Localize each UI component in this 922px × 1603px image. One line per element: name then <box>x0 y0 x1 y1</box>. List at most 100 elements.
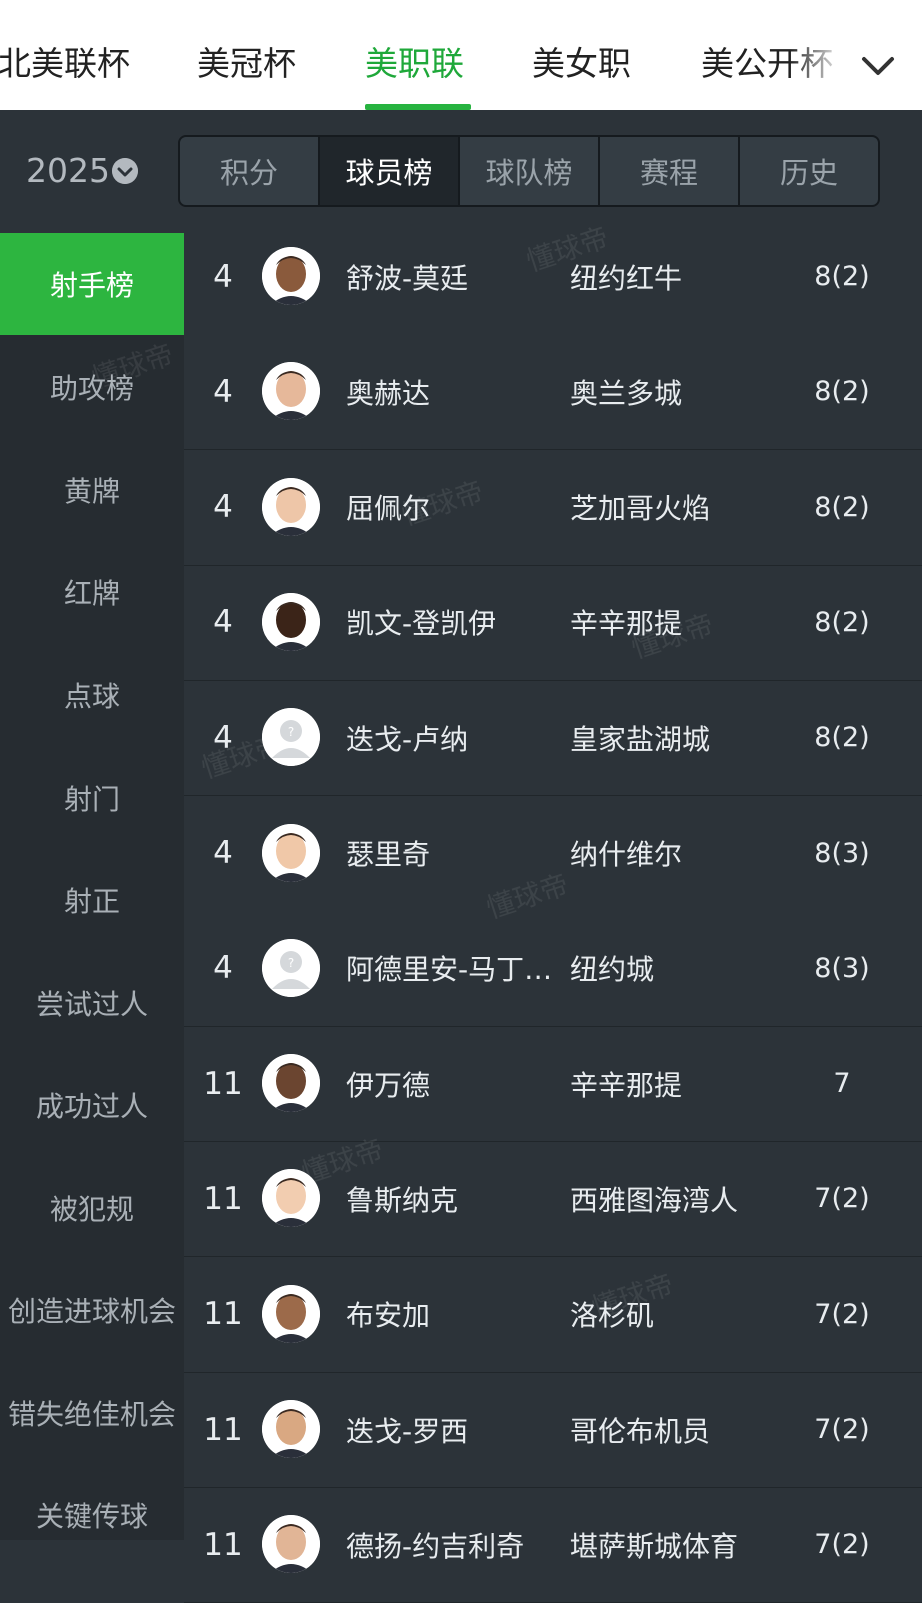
active-tab-underline <box>365 104 471 110</box>
goals-value: 7(2) <box>814 1414 870 1445</box>
team-name[interactable]: 哥伦布机员 <box>570 1372 770 1487</box>
goals-value: 8(2) <box>814 722 870 754</box>
table-row[interactable]: 11 鲁斯纳克 西雅图海湾人 7(2) <box>184 1141 922 1258</box>
goals-value: 7(2) <box>814 1298 870 1330</box>
player-name[interactable]: 瑟里奇 <box>346 796 570 911</box>
seg-team-rankings[interactable]: 球队榜 <box>460 137 600 205</box>
tab-fade <box>790 30 845 100</box>
player-name[interactable]: 屈佩尔 <box>346 450 570 565</box>
team-name[interactable]: 皇家盐湖城 <box>570 680 770 795</box>
avatar[interactable] <box>262 1284 320 1343</box>
team-name[interactable]: 堪萨斯城体育 <box>570 1487 770 1602</box>
team-name[interactable]: 洛杉矶 <box>570 1257 770 1372</box>
goals-value: 7(2) <box>814 1529 870 1561</box>
goals-value: 7(2) <box>814 1183 870 1215</box>
rank: 4 <box>213 604 233 641</box>
player-name[interactable]: 德扬-约吉利奇 <box>346 1487 570 1602</box>
goals-value: 8(2) <box>814 606 870 638</box>
sidebar-item-yellow-cards[interactable]: 黄牌 <box>0 439 184 541</box>
rank: 11 <box>203 1180 243 1217</box>
rank: 4 <box>213 489 233 526</box>
table-row[interactable]: 4? 迭戈-卢纳 皇家盐湖城 8(2) <box>184 680 922 797</box>
table-row[interactable]: 11 布安加 洛杉矶 7(2) <box>184 1257 922 1373</box>
sidebar-item-dribbles-successful[interactable]: 成功过人 <box>0 1054 184 1156</box>
rank: 4 <box>213 373 233 410</box>
tab-us-cup[interactable]: 美冠杯 <box>197 40 296 88</box>
tab-nwsl[interactable]: 美女职 <box>532 40 631 88</box>
sidebar-item-shots[interactable]: 射门 <box>0 747 184 849</box>
goals-value: 8(2) <box>814 261 870 292</box>
seg-standings[interactable]: 积分 <box>180 137 320 205</box>
table-row[interactable]: 11 迭戈-罗西 哥伦布机员 7(2) <box>184 1372 922 1488</box>
avatar[interactable] <box>262 247 320 305</box>
sidebar-item-assists[interactable]: 助攻榜 <box>0 336 184 438</box>
goals-value: 8(3) <box>814 837 870 869</box>
sidebar-item-big-chances-missed[interactable]: 错失绝佳机会 <box>0 1362 184 1464</box>
sidebar-item-key-passes[interactable]: 关键传球 <box>0 1464 184 1566</box>
team-name[interactable]: 纽约红牛 <box>570 219 770 334</box>
player-name[interactable]: 奥赫达 <box>346 334 570 449</box>
tab-north-america-cup[interactable]: 北美联杯 <box>0 40 130 88</box>
player-name[interactable]: 阿德里安-马丁… <box>346 911 570 1026</box>
goals-value: 8(2) <box>814 491 870 523</box>
svg-text:?: ? <box>288 956 294 970</box>
rank: 11 <box>203 1526 243 1563</box>
team-name[interactable]: 纽约城 <box>570 911 770 1026</box>
player-name[interactable]: 布安加 <box>346 1257 570 1372</box>
avatar[interactable] <box>262 823 320 882</box>
table-row[interactable]: 4? 阿德里安-马丁… 纽约城 8(3) <box>184 911 922 1027</box>
goals-value: 7 <box>833 1068 851 1100</box>
avatar[interactable] <box>262 1400 320 1458</box>
sidebar-item-penalties[interactable]: 点球 <box>0 644 184 746</box>
league-tab-bar: 北美联杯 美冠杯 美职联 美女职 美公开杯 <box>0 0 922 110</box>
sidebar-item-fouled[interactable]: 被犯规 <box>0 1157 184 1259</box>
table-row[interactable]: 4 奥赫达 奥兰多城 8(2) <box>184 334 922 451</box>
team-name[interactable]: 芝加哥火焰 <box>570 450 770 565</box>
rank: 11 <box>203 1296 243 1333</box>
tab-mls[interactable]: 美职联 <box>365 40 464 88</box>
seg-schedule[interactable]: 赛程 <box>600 137 740 205</box>
avatar[interactable] <box>262 1054 320 1113</box>
avatar[interactable]: ? <box>262 938 320 997</box>
player-name[interactable]: 鲁斯纳克 <box>346 1141 570 1256</box>
avatar[interactable] <box>262 477 320 536</box>
avatar[interactable]: ? <box>262 708 320 767</box>
seg-player-rankings[interactable]: 球员榜 <box>320 137 460 205</box>
rank: 11 <box>203 1411 243 1448</box>
avatar[interactable] <box>262 592 320 651</box>
table-row[interactable]: 11 伊万德 辛辛那提 7 <box>184 1026 922 1143</box>
player-name[interactable]: 迭戈-卢纳 <box>346 680 570 795</box>
player-name[interactable]: 凯文-登凯伊 <box>346 565 570 680</box>
rank: 4 <box>213 258 233 295</box>
chevron-down-icon[interactable] <box>858 46 898 86</box>
table-row[interactable]: 11 德扬-约吉利奇 堪萨斯城体育 7(2) <box>184 1487 922 1603</box>
player-name[interactable]: 迭戈-罗西 <box>346 1372 570 1487</box>
table-row[interactable]: 4 屈佩尔 芝加哥火焰 8(2) <box>184 450 922 566</box>
season-selector[interactable]: 2025 <box>26 150 110 192</box>
seg-history[interactable]: 历史 <box>740 137 878 205</box>
team-name[interactable]: 纳什维尔 <box>570 796 770 911</box>
season-dropdown-icon[interactable] <box>112 158 138 184</box>
sidebar-item-dribbles-attempted[interactable]: 尝试过人 <box>0 952 184 1054</box>
team-name[interactable]: 奥兰多城 <box>570 334 770 449</box>
sidebar-item-red-cards[interactable]: 红牌 <box>0 541 184 643</box>
team-name[interactable]: 西雅图海湾人 <box>570 1141 770 1256</box>
table-row[interactable]: 4 舒波-莫廷 纽约红牛 8(2) <box>184 219 922 334</box>
team-name[interactable]: 辛辛那提 <box>570 1026 770 1141</box>
table-row[interactable]: 4 凯文-登凯伊 辛辛那提 8(2) <box>184 565 922 681</box>
table-row[interactable]: 4 瑟里奇 纳什维尔 8(3) <box>184 796 922 911</box>
sidebar-item-top-scorers[interactable]: 射手榜 <box>0 233 184 335</box>
goals-value: 8(3) <box>814 952 870 984</box>
avatar[interactable] <box>262 1169 320 1228</box>
sidebar-item-shots-on-target[interactable]: 射正 <box>0 849 184 951</box>
team-name[interactable]: 辛辛那提 <box>570 565 770 680</box>
rank: 4 <box>213 835 233 871</box>
avatar[interactable] <box>262 1515 320 1574</box>
sidebar-item-chances-created[interactable]: 创造进球机会 <box>0 1259 184 1361</box>
rank: 11 <box>203 1065 243 1102</box>
stats-segment-control: 积分 球员榜 球队榜 赛程 历史 <box>178 135 880 207</box>
player-name[interactable]: 舒波-莫廷 <box>346 219 570 334</box>
svg-text:?: ? <box>288 725 294 739</box>
avatar[interactable] <box>262 362 320 421</box>
player-name[interactable]: 伊万德 <box>346 1026 570 1141</box>
